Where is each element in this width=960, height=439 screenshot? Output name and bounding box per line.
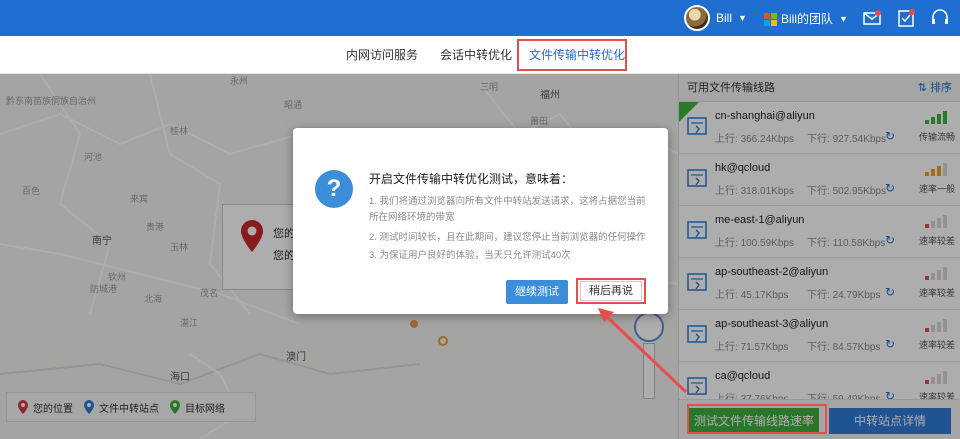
- dialog-title: 开启文件传输中转优化测试，意味着：: [369, 172, 574, 186]
- tab-intranet-service[interactable]: 内网访问服务: [346, 36, 418, 74]
- user-menu[interactable]: Bill ▼: [684, 5, 747, 31]
- later-button-label: 稍后再说: [580, 281, 642, 301]
- dialog-line: 3. 为保证用户良好的体验，当天只允许测试40次: [369, 250, 571, 261]
- confirm-dialog: ? 开启文件传输中转优化测试，意味着： 1. 我们将通过浏览器向所有文件中转站发…: [293, 128, 668, 314]
- tab-highlight-box: [517, 39, 627, 71]
- avatar: [684, 5, 710, 31]
- later-button[interactable]: 稍后再说: [576, 278, 646, 304]
- top-header: Bill ▼ Bill的团队 ▼: [0, 0, 960, 36]
- team-logo-icon: [764, 12, 777, 26]
- tab-bar: 内网访问服务 会话中转优化 文件传输中转优化: [0, 36, 960, 74]
- chevron-down-icon: ▼: [839, 13, 848, 24]
- dialog-line: 1. 我们将通过浏览器向所有文件中转站发送请求，这将占据您当前所在网络环境的带宽: [369, 196, 646, 223]
- headset-icon[interactable]: [930, 8, 950, 28]
- tab-session-relay[interactable]: 会话中转优化: [440, 36, 512, 74]
- dialog-line: 2. 测试时间较长，且在此期间，建议您停止当前浏览器的任何操作: [369, 232, 646, 243]
- clipboard-check-icon[interactable]: [896, 8, 916, 28]
- continue-test-button[interactable]: 继续测试: [506, 280, 568, 304]
- user-name: Bill: [716, 11, 733, 25]
- team-menu[interactable]: Bill的团队 ▼: [764, 10, 848, 27]
- team-name: Bill的团队: [781, 12, 834, 26]
- envelope-icon[interactable]: [862, 8, 882, 28]
- question-icon: ?: [315, 170, 353, 208]
- chevron-down-icon: ▼: [738, 13, 747, 23]
- test-button-highlight-box: [687, 404, 827, 434]
